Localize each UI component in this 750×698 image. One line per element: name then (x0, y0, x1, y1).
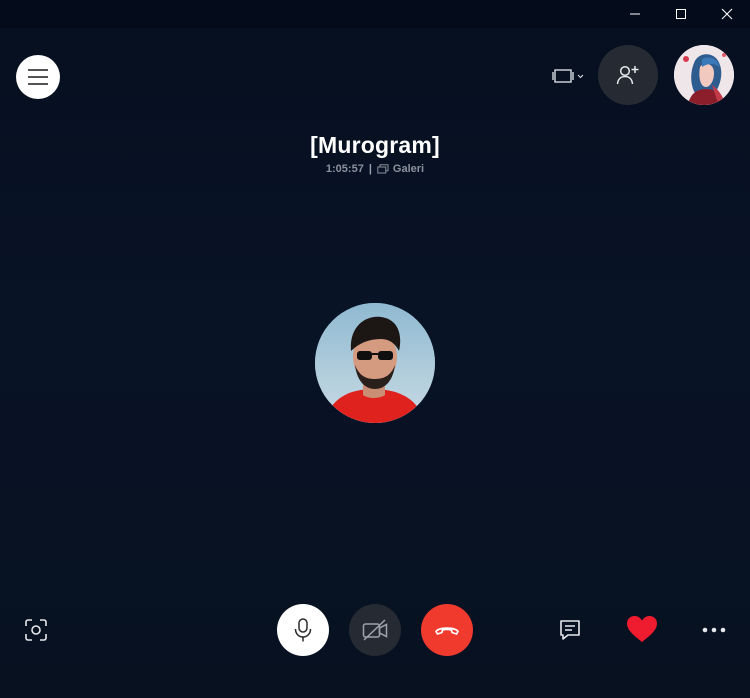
microphone-icon (294, 618, 312, 642)
maximize-button[interactable] (658, 0, 704, 28)
screenshot-button[interactable] (20, 614, 52, 646)
self-avatar[interactable] (674, 45, 734, 105)
call-duration: 1:05:57 (325, 163, 364, 175)
add-person-icon (616, 65, 639, 85)
layout-view-icon (552, 69, 584, 83)
minimize-button[interactable] (612, 0, 658, 28)
add-people-button[interactable] (598, 45, 658, 105)
more-options-icon (702, 627, 726, 633)
video-off-icon (362, 619, 388, 641)
call-title: [Murogram] (310, 132, 440, 158)
self-avatar-image (674, 45, 734, 105)
layout-view-button[interactable] (548, 62, 588, 90)
close-icon (721, 8, 733, 20)
group-name: Galeri (392, 163, 425, 175)
chat-icon (560, 620, 580, 640)
end-call-button[interactable] (421, 604, 473, 656)
hamburger-menu-icon (28, 69, 48, 85)
call-meta: 1:05:57 | Galeri (0, 163, 750, 175)
meta-separator: | (368, 163, 372, 175)
toggle-video-button[interactable] (349, 604, 401, 656)
screenshot-icon (25, 619, 47, 641)
menu-button[interactable] (16, 55, 60, 99)
close-window-button[interactable] (704, 0, 750, 28)
window-titlebar (0, 0, 750, 28)
contact-avatar (315, 303, 435, 423)
more-options-button[interactable] (696, 614, 732, 646)
hang-up-icon (435, 627, 459, 635)
minimize-icon (630, 13, 640, 15)
heart-icon (627, 616, 657, 642)
send-reaction-button[interactable] (622, 610, 662, 648)
maximize-icon (676, 9, 686, 19)
mute-microphone-button[interactable] (277, 604, 329, 656)
contact-avatar-image (315, 303, 435, 423)
open-chat-button[interactable] (554, 614, 586, 646)
group-icon (377, 164, 389, 174)
